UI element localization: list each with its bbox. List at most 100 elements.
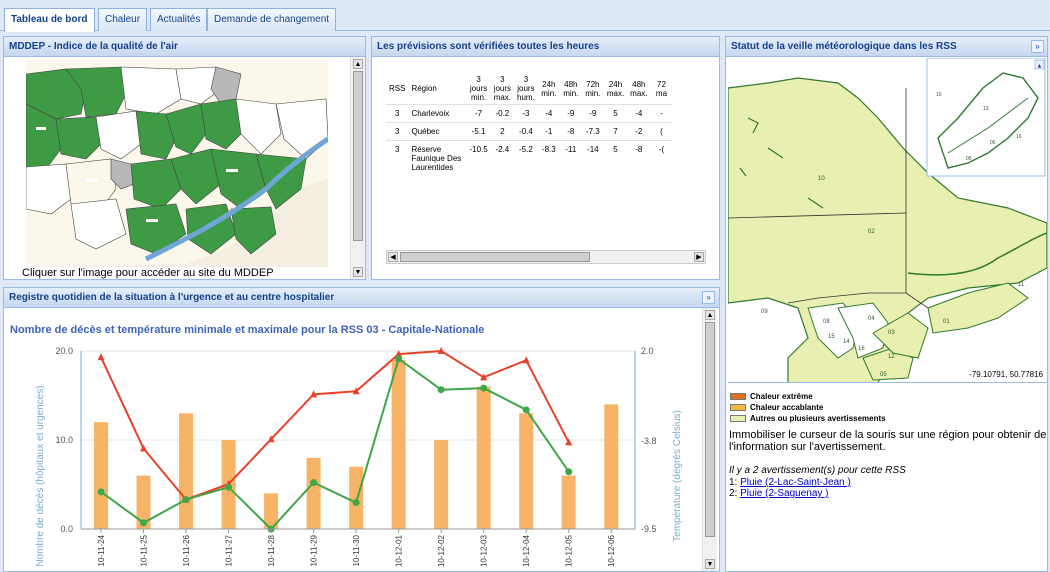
forecast-cell: -2 [627,122,651,141]
tab-chaleur[interactable]: Chaleur [98,8,148,31]
warning-link[interactable]: Pluie (2-Lac-Saint-Jean ) [740,477,851,488]
tab-bar: Tableau de bord Chaleur Actualités Deman… [0,0,1050,32]
collapse-icon[interactable]: » [702,291,715,304]
warning-item: 2: Pluie (2-Saguenay ) [729,488,851,499]
warning-item: 1: Pluie (2-Lac-Saint-Jean ) [729,477,851,488]
x-tick-label: 10-11-28 [267,534,276,566]
scroll-up-icon[interactable]: ▲ [353,59,363,69]
svg-text:04: 04 [868,316,875,322]
x-tick-label: 10-12-05 [565,534,574,567]
min-temperature-point [225,483,233,491]
x-tick-label: 10-11-25 [140,534,149,566]
rss-map[interactable]: 10 02 09 08 15 14 16 04 03 12 05 11 01 1… [728,58,1047,383]
legend-label: Autres ou plusieurs avertissements [750,414,886,423]
legend-swatch [730,404,746,411]
x-tick-label: 10-11-30 [352,534,361,566]
warning-number: 1: [729,477,738,488]
air-map-caption: Cliquer sur l'image pour accéder au site… [22,267,274,279]
tab-actualites[interactable]: Actualités [150,8,208,31]
death-count-bar [476,386,491,529]
tab-tableau-de-bord[interactable]: Tableau de bord [4,8,95,32]
min-temperature-line [100,357,570,531]
forecast-column-header[interactable]: 72h min. [582,73,604,105]
svg-text:11: 11 [1018,282,1025,288]
scroll-thumb[interactable] [705,322,715,537]
forecast-row[interactable]: 3 Québec -5.1 2 -0.4 -1 -8 -7.3 7 -2( [386,122,673,141]
forecast-column-header[interactable]: 24h min. [538,73,560,105]
forecast-cell: -4 [537,104,560,123]
legend-label: Chaleur accablante [750,403,824,412]
scroll-up-icon[interactable]: ▲ [705,310,715,320]
max-temperature-point [522,356,530,364]
death-count-bar [604,404,619,529]
x-tick-label: 10-12-04 [522,534,531,567]
rss-map-image[interactable]: 10 02 09 08 15 14 16 04 03 12 05 11 01 1… [728,58,1047,383]
forecast-cell: -7 [466,104,491,123]
min-temperature-point [352,499,360,507]
weather-watch-panel: Statut de la veille météorologique dans … [725,36,1048,572]
scroll-right-icon[interactable]: ▶ [694,252,704,262]
x-tick-label: 10-11-29 [310,534,319,566]
warnings-count: Il y a 2 avertissement(s) pour cette RSS [729,465,906,476]
legend-swatch [730,393,746,400]
forecast-column-header[interactable]: 3 jours min. [466,73,490,105]
forecast-row[interactable]: 3 Réserve Faunique Des Laurentides -10.5 -2… [386,140,673,176]
forecast-cell: -( [650,140,673,176]
map-inset[interactable]: 15 13 06 16 05 [926,58,1046,177]
forecast-column-header[interactable]: 24h max. [604,73,627,105]
forecast-cell: -8 [559,122,582,141]
forecast-table: RSS Région 3 jours min. 3 jours max. 3 jours… [386,73,673,176]
forecast-hscroll[interactable]: ◀ ▶ [386,250,706,264]
air-panel-scrollbar[interactable]: ▲ ▼ [350,57,365,279]
svg-text:09: 09 [761,309,768,315]
forecast-cell: 3 [386,122,409,141]
y-axis-label: Nombre de décès (hôpitaux et urgences) [35,385,46,566]
svg-text:14: 14 [843,339,850,345]
forecast-column-header[interactable]: Région [408,73,466,105]
forecast-column-header[interactable]: 48h max. [627,73,650,105]
registry-scrollbar[interactable]: ▲ ▼ [702,308,717,571]
forecast-column-header[interactable]: 3 jours max. [491,73,514,105]
scroll-down-icon[interactable]: ▼ [705,559,715,569]
warning-link[interactable]: Pluie (2-Saguenay ) [740,488,828,499]
collapse-icon[interactable]: » [1031,40,1044,53]
forecast-cell: -14 [581,140,604,176]
forecast-cell: -2.4 [490,140,515,176]
air-quality-map[interactable]: Cliquer sur l'image pour accéder au site… [22,59,330,279]
forecast-cell: -0.4 [514,122,538,141]
forecast-cell: -11 [559,140,582,176]
forecast-column-header[interactable]: 3 jours hum. [514,73,538,105]
y-tick-label: 20.0 [55,346,73,356]
legend-label: Chaleur extrême [750,392,813,401]
legend-item: Chaleur accablante [730,402,886,413]
forecast-cell: -7.3 [581,122,604,141]
air-quality-map-image[interactable] [25,59,330,267]
y2-axis-label: Température (degrés Celsius) [672,410,683,542]
forecast-cell: 3 [386,140,409,176]
scroll-thumb[interactable] [353,71,363,241]
svg-text:02: 02 [868,229,875,235]
scroll-down-icon[interactable]: ▼ [353,267,363,277]
death-count-bar [349,466,364,529]
min-temperature-point [565,468,573,476]
min-temperature-point [182,496,190,504]
forecast-column-header[interactable]: RSS [386,73,408,105]
forecast-column-header[interactable]: 48h min. [560,73,582,105]
svg-text:05: 05 [966,156,972,162]
scroll-thumb[interactable] [400,252,590,262]
max-temperature-point [97,353,105,361]
svg-text:05: 05 [880,372,887,378]
air-quality-panel: MDDEP - Indice de la qualité de l'air Cl… [3,36,366,280]
forecast-row[interactable]: 3 Charlevoix -7 -0.2 -3 -4 -9 -9 5 -4- [386,104,673,123]
tab-demande-de-changement[interactable]: Demande de changement [207,8,337,31]
tab-label: Demande de changement [214,14,330,25]
legend-item: Autres ou plusieurs avertissements [730,413,886,424]
watch-instructions: Immobiliser le curseur de la souris sur … [729,429,1047,453]
death-count-bar [306,457,321,529]
scroll-left-icon[interactable]: ◀ [388,252,398,262]
svg-text:16: 16 [1016,134,1022,140]
x-tick-label: 10-11-26 [182,534,191,566]
forecast-column-header[interactable]: 72 ma [650,73,672,105]
svg-text:10: 10 [818,176,825,182]
x-tick-label: 10-11-27 [225,534,234,566]
